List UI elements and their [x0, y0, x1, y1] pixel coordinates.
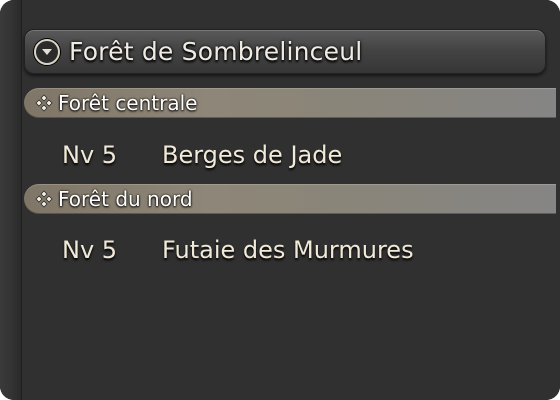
zone-level: Nv 5: [62, 141, 118, 169]
zone-entry-futaie-des-murmures[interactable]: Nv 5 Futaie des Murmures: [62, 230, 414, 270]
area-title: Forêt du nord: [58, 187, 193, 211]
zone-name: Futaie des Murmures: [162, 236, 414, 264]
area-title: Forêt centrale: [58, 91, 198, 115]
collapse-arrow-icon[interactable]: [34, 38, 60, 65]
zone-name: Berges de Jade: [162, 141, 343, 169]
four-diamond-icon: [34, 93, 54, 113]
region-title: Forêt de Sombrelinceul: [69, 37, 363, 66]
area-header-foret-du-nord: Forêt du nord: [24, 184, 556, 214]
left-rail: [0, 0, 22, 400]
region-header[interactable]: Forêt de Sombrelinceul: [24, 29, 546, 74]
area-header-foret-centrale: Forêt centrale: [24, 88, 556, 118]
zone-entry-berges-de-jade[interactable]: Nv 5 Berges de Jade: [62, 135, 342, 175]
four-diamond-icon: [34, 189, 54, 209]
map-zone-list-window: Forêt de Sombrelinceul Forêt centrale Nv…: [0, 0, 560, 400]
zone-level: Nv 5: [62, 236, 118, 264]
